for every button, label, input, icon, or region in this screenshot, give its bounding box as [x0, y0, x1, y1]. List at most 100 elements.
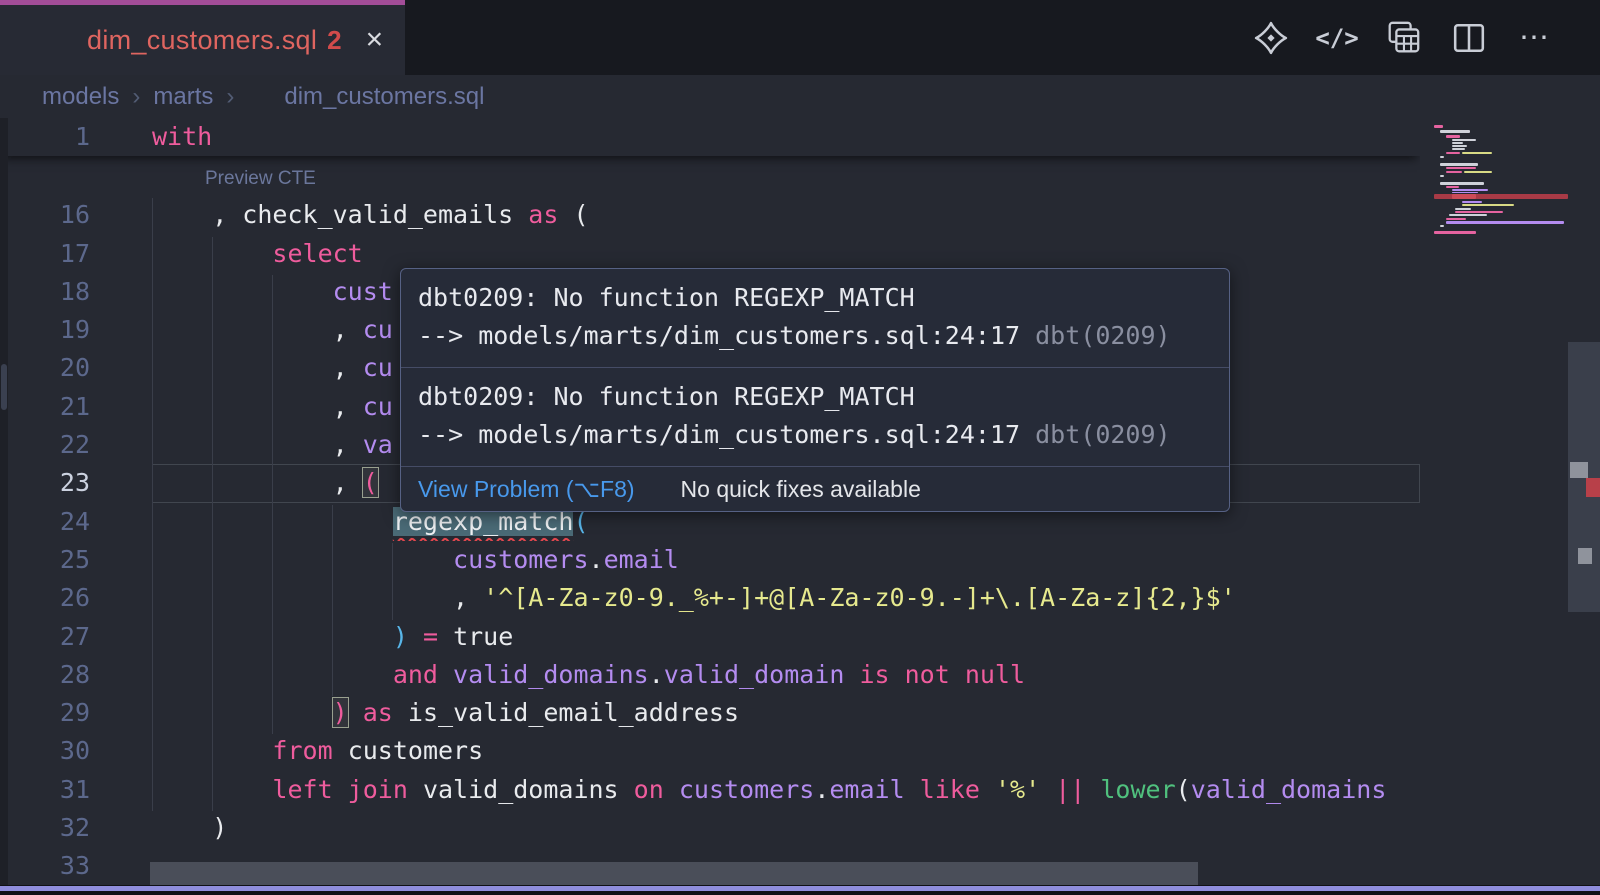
line-number: 30	[0, 732, 152, 770]
minimap-line	[1452, 194, 1476, 199]
code-token: is not null	[859, 660, 1025, 689]
code-token: as	[363, 698, 393, 727]
code-token: on	[634, 775, 664, 804]
code-line[interactable]: 29 ) as is_valid_email_address	[0, 694, 1420, 732]
close-icon[interactable]: ×	[366, 25, 384, 55]
split-editor-icon[interactable]	[1450, 19, 1488, 57]
compiled-code-icon[interactable]: </>	[1318, 19, 1356, 57]
code-token: email	[829, 775, 904, 804]
minimap-line	[1452, 189, 1488, 191]
no-quick-fixes-text: No quick fixes available	[681, 476, 921, 503]
code-token: true	[438, 622, 513, 651]
code-token: va	[363, 430, 393, 459]
minimap-line	[1446, 135, 1460, 138]
code-token: select	[272, 239, 362, 268]
line-number: 27	[0, 618, 152, 656]
view-problem-link[interactable]: View Problem (⌥F8)	[418, 476, 635, 503]
code-token: like	[920, 775, 980, 804]
code-text: from customers	[152, 732, 1420, 770]
code-token: '%'	[995, 775, 1040, 804]
breadcrumb-file[interactable]: dim_customers.sql	[284, 83, 484, 111]
code-token: cu	[363, 315, 393, 344]
line-number: 25	[0, 541, 152, 579]
line-number: 24	[0, 503, 152, 541]
minimap-line	[1449, 214, 1487, 216]
minimap-line	[1446, 171, 1462, 173]
code-line[interactable]: 30 from customers	[0, 732, 1420, 770]
line-number: 28	[0, 656, 152, 694]
minimap-line	[1446, 221, 1564, 224]
codelens-preview-cte[interactable]: Preview CTE	[0, 156, 1420, 196]
tab-dim-customers[interactable]: dim_customers.sql 2 ×	[0, 0, 405, 75]
line-number: 22	[0, 426, 152, 464]
line-number: 1	[0, 118, 152, 156]
code-token: ,	[152, 430, 363, 459]
code-line[interactable]: 28 and valid_domains.valid_domain is not…	[0, 656, 1420, 694]
code-text: ) = true	[152, 618, 1420, 656]
chevron-right-icon: ›	[132, 83, 140, 111]
minimap-line	[1446, 186, 1459, 188]
line-number: 17	[0, 235, 152, 273]
code-line[interactable]: 31 left join valid_domains on customers.…	[0, 771, 1420, 809]
dbt-logo-icon[interactable]	[1252, 19, 1290, 57]
minimap-line	[1455, 211, 1503, 213]
code-token: cu	[363, 353, 393, 382]
code-token: .	[814, 775, 829, 804]
code-token	[408, 622, 423, 651]
code-token: (	[363, 468, 378, 497]
code-token: )	[152, 813, 227, 842]
indent-guide	[212, 237, 213, 811]
code-token: =	[423, 622, 438, 651]
minimap-line	[1440, 182, 1484, 185]
code-token	[664, 775, 679, 804]
line-number: 20	[0, 349, 152, 387]
code-token: ,	[152, 392, 363, 421]
code-line[interactable]: 25 customers.email	[0, 541, 1420, 579]
code-token: cu	[363, 392, 393, 421]
code-line[interactable]: 16 , check_valid_emails as (	[0, 196, 1420, 234]
minimap-line	[1440, 130, 1470, 133]
minimap[interactable]	[1420, 118, 1568, 895]
code-token	[844, 660, 859, 689]
preview-table-icon[interactable]	[1384, 19, 1422, 57]
problem-title: dbt0209: No function REGEXP_MATCH	[418, 378, 1212, 416]
line-number: 21	[0, 388, 152, 426]
breadcrumb-models[interactable]: models	[42, 83, 119, 111]
code-token	[1040, 775, 1055, 804]
code-token: customers	[679, 775, 814, 804]
problem-location: --> models/marts/dim_customers.sql:24:17…	[418, 416, 1212, 454]
chevron-right-icon: ›	[226, 83, 234, 111]
minimap-line	[1440, 225, 1444, 227]
overview-ruler[interactable]	[1568, 118, 1600, 895]
line-number: 26	[0, 579, 152, 617]
code-token: ,	[152, 583, 483, 612]
more-actions-icon[interactable]: ⋯	[1516, 19, 1554, 57]
code-line[interactable]: 27 ) = true	[0, 618, 1420, 656]
horizontal-scrollbar[interactable]	[150, 862, 1198, 885]
minimap-line	[1464, 171, 1492, 173]
code-token	[438, 660, 453, 689]
code-text: left join valid_domains on customers.ema…	[152, 771, 1420, 809]
window-bottom-edge	[0, 885, 1600, 895]
code-token: customers	[453, 545, 588, 574]
code-text: )	[152, 809, 1420, 847]
code-token: is_valid_email_address	[393, 698, 739, 727]
line-number: 31	[0, 771, 152, 809]
code-token	[1085, 775, 1100, 804]
minimap-line	[1434, 231, 1476, 234]
code-line[interactable]: 32 )	[0, 809, 1420, 847]
minimap-line	[1440, 175, 1444, 177]
code-token: .	[649, 660, 664, 689]
minimap-line	[1452, 192, 1478, 193]
code-token	[905, 775, 920, 804]
code-token: '^[A-Za-z0-9._%+-]+@[A-Za-z0-9.-]+\.[A-Z…	[483, 583, 1236, 612]
minimap-line	[1446, 152, 1460, 154]
left-scrollbar-handle[interactable]	[1, 364, 7, 410]
breadcrumb-marts[interactable]: marts	[153, 83, 213, 111]
minimap-line	[1452, 145, 1467, 147]
sticky-scroll-line[interactable]: 1 with	[0, 118, 1420, 156]
code-token: )	[393, 622, 408, 651]
problem-message: dbt0209: No function REGEXP_MATCH --> mo…	[401, 367, 1229, 466]
code-line[interactable]: 26 , '^[A-Za-z0-9._%+-]+@[A-Za-z0-9.-]+\…	[0, 579, 1420, 617]
overview-mark	[1570, 462, 1588, 478]
